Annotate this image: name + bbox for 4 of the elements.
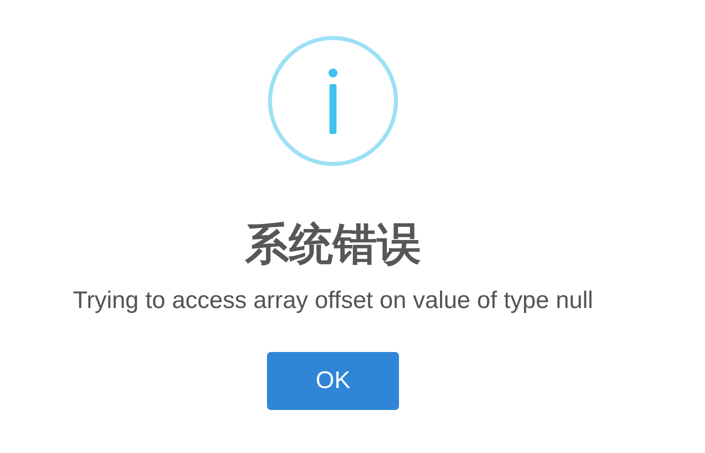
error-message: Trying to access array offset on value of type null [72,286,594,316]
dialog-title: 系统错误 [245,218,421,272]
ok-button[interactable]: OK [267,352,399,410]
info-icon [267,35,399,167]
